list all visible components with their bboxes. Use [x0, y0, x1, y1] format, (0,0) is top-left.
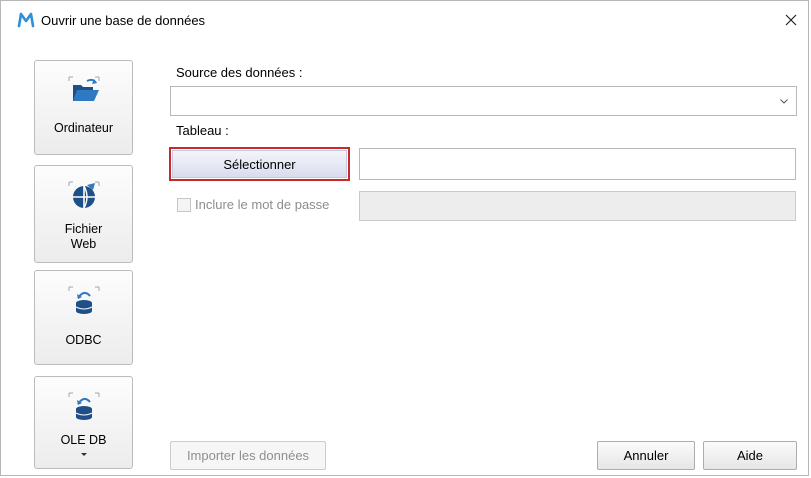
close-button[interactable] [778, 7, 804, 33]
close-icon [785, 14, 797, 26]
source-fichier-web-label-text: Fichier Web [64, 222, 103, 251]
open-database-dialog: Ouvrir une base de données Ordinateur Fi… [0, 0, 809, 476]
source-odbc-label: ODBC [65, 333, 102, 347]
source-odbc-button[interactable]: ODBC [34, 270, 133, 365]
table-field[interactable] [359, 148, 796, 180]
web-globe-icon [68, 181, 99, 209]
source-ole-db-button[interactable]: OLE DB [34, 376, 133, 469]
m-logo-icon [17, 12, 35, 28]
password-field[interactable] [359, 191, 796, 221]
chevron-down-icon[interactable] [80, 453, 87, 456]
include-password-label: Inclure le mot de passe [195, 197, 330, 212]
folder-open-icon [68, 76, 99, 101]
cancel-button[interactable]: Annuler [597, 441, 695, 470]
select-table-button-label: Sélectionner [172, 150, 347, 178]
help-button[interactable]: Aide [703, 441, 797, 470]
source-ordinateur-button[interactable]: Ordinateur [34, 60, 133, 155]
title-bar: Ouvrir une base de données [1, 1, 808, 41]
database-refresh-icon [68, 392, 99, 420]
source-label: Source des données : [176, 65, 303, 80]
chevron-down-icon[interactable] [780, 99, 788, 104]
table-label: Tableau : [176, 123, 229, 138]
include-password-checkbox[interactable] [177, 198, 191, 212]
source-fichier-web-label: Fichier Web [35, 222, 132, 252]
source-combobox[interactable] [170, 86, 797, 116]
database-refresh-icon [68, 286, 99, 314]
source-ordinateur-label: Ordinateur [53, 121, 114, 135]
import-data-button[interactable]: Importer les données [170, 441, 326, 470]
source-ole-db-label: OLE DB [60, 433, 107, 447]
source-fichier-web-button[interactable]: Fichier Web [34, 165, 133, 263]
dialog-title: Ouvrir une base de données [41, 13, 206, 28]
select-table-button[interactable]: Sélectionner [169, 147, 350, 181]
